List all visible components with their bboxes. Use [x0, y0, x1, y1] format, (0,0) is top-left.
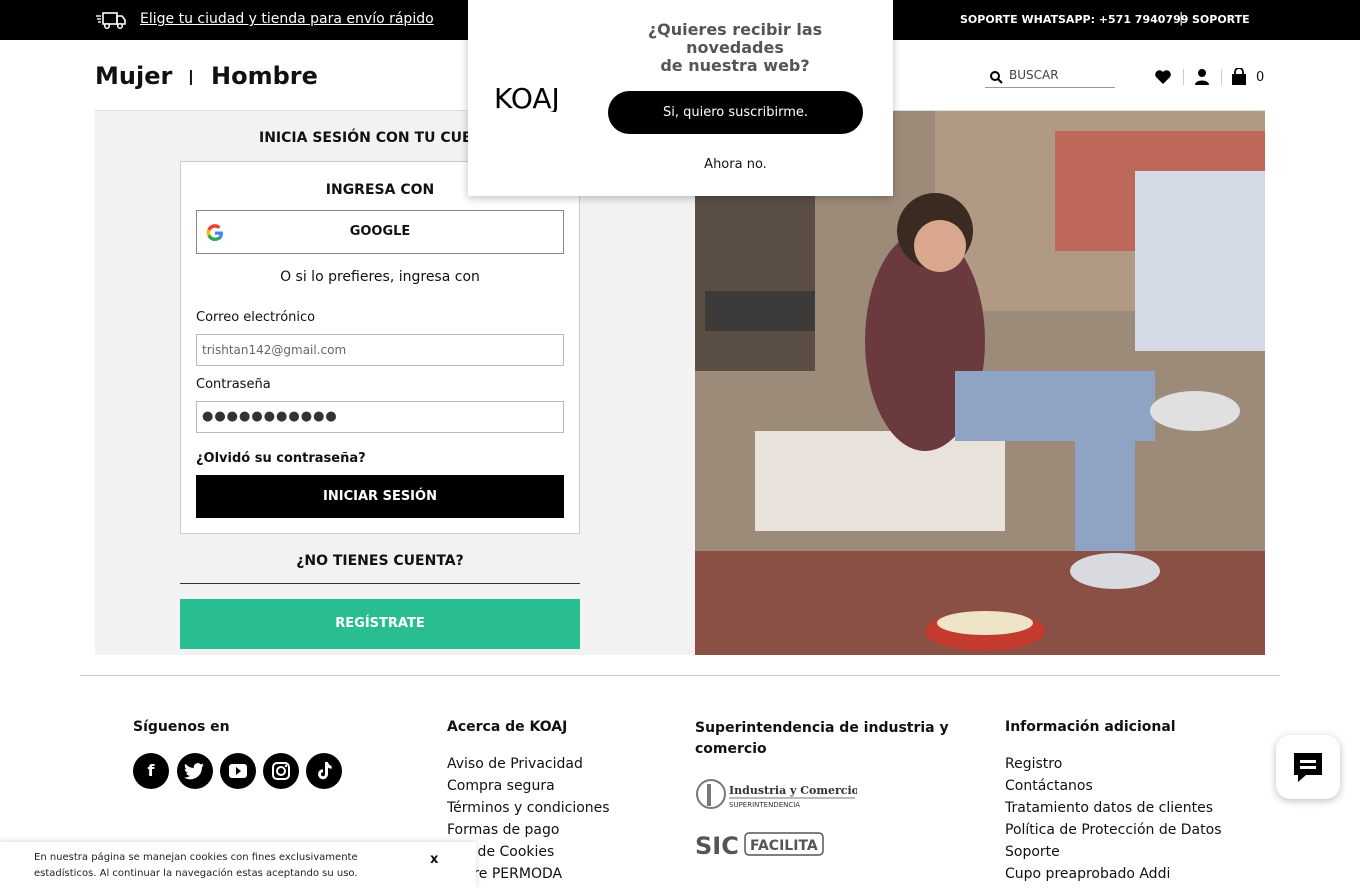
svg-text:KOAJ: KOAJ: [494, 84, 560, 112]
sic-heading: Superintendencia de industria y comercio: [695, 720, 949, 757]
cookie-close-button[interactable]: x: [430, 852, 438, 867]
instagram-icon[interactable]: [263, 753, 299, 789]
footer-link-support[interactable]: Soporte: [1005, 841, 1222, 863]
shopping-bag-icon[interactable]: [1230, 68, 1248, 86]
email-field[interactable]: trishtan142@gmail.com: [196, 334, 564, 366]
search-box: [985, 66, 1115, 88]
footer-link-secure-purchase[interactable]: Compra segura: [447, 775, 610, 797]
follow-heading: Síguenos en: [133, 719, 230, 735]
account-user-icon[interactable]: [1193, 68, 1211, 86]
footer-link-privacy[interactable]: Aviso de Privacidad: [447, 753, 610, 775]
info-links: Registro Contáctanos Tratamiento datos d…: [1005, 753, 1222, 885]
newsletter-question: ¿Quieres recibir las novedades de nuestr…: [647, 20, 823, 75]
facebook-icon[interactable]: f: [133, 753, 169, 789]
no-account-heading: ¿NO TIENES CUENTA?: [296, 553, 464, 569]
footer-divider: [80, 675, 1280, 676]
whatsapp-support-link[interactable]: SOPORTE WHATSAPP: +571 7940799: [960, 13, 1188, 26]
alternative-login-text: O si lo prefieres, ingresa con: [280, 269, 480, 285]
topbar-separator: |: [1179, 11, 1184, 26]
decline-subscribe-button[interactable]: Ahora no.: [608, 157, 863, 172]
header-divider: [1221, 69, 1222, 85]
email-label: Correo electrónico: [196, 310, 316, 325]
footer-link-addi[interactable]: Cupo preaprobado Addi: [1005, 863, 1222, 885]
cookie-text: En nuestra página se manejan cookies con…: [34, 852, 358, 879]
svg-text:FACILITA: FACILITA: [750, 838, 818, 854]
shipping-city-link[interactable]: Elige tu ciudad y tienda para envío rápi…: [140, 11, 434, 27]
password-label: Contraseña: [196, 377, 271, 392]
delivery-truck-icon: [96, 12, 126, 30]
footer-link-data-protection[interactable]: Política de Protección de Datos: [1005, 819, 1222, 841]
info-heading: Información adicional: [1005, 719, 1176, 735]
nav-hombre[interactable]: Hombre: [211, 62, 318, 90]
cart-count[interactable]: 0: [1256, 70, 1264, 85]
login-title: INICIA SESIÓN CON TU CUENTA: [259, 130, 503, 146]
svg-text:Industria y Comercio: Industria y Comercio: [729, 784, 857, 797]
footer-link-data-treatment[interactable]: Tratamiento datos de clientes: [1005, 797, 1222, 819]
footer-link-payment[interactable]: Formas de pago: [447, 819, 610, 841]
footer-link-registro[interactable]: Registro: [1005, 753, 1222, 775]
chat-widget-button[interactable]: [1276, 735, 1340, 799]
sic-facilita-logo[interactable]: SIC FACILITA: [695, 828, 825, 860]
svg-text:SIC: SIC: [695, 832, 739, 860]
youtube-icon[interactable]: [220, 753, 256, 789]
wishlist-heart-icon[interactable]: [1154, 68, 1172, 86]
password-field[interactable]: ●●●●●●●●●●●: [196, 401, 564, 433]
cookie-banner: En nuestra página se manejan cookies con…: [0, 842, 476, 888]
nav-mujer[interactable]: Mujer: [95, 62, 172, 90]
support-link[interactable]: SOPORTE: [1192, 13, 1250, 26]
footer-link-terms[interactable]: Términos y condiciones: [447, 797, 610, 819]
footer-link-contact[interactable]: Contáctanos: [1005, 775, 1222, 797]
nav-separator: I: [188, 66, 194, 90]
tiktok-icon[interactable]: [306, 753, 342, 789]
newsletter-popup: KOAJ ¿Quieres recibir las novedades de n…: [468, 0, 893, 196]
chat-bubble-icon: [1294, 753, 1322, 782]
search-icon[interactable]: [989, 70, 1003, 84]
twitter-icon[interactable]: [177, 753, 213, 789]
forgot-password-link[interactable]: ¿Olvidó su contraseña?: [196, 451, 366, 466]
search-input[interactable]: [1009, 68, 1109, 82]
header-divider: [1183, 69, 1184, 85]
svg-text:SUPERINTENDENCIA: SUPERINTENDENCIA: [729, 801, 800, 809]
google-login-button[interactable]: GOOGLE: [196, 210, 564, 254]
about-heading: Acerca de KOAJ: [447, 719, 568, 735]
google-button-label: GOOGLE: [349, 224, 411, 239]
sic-industria-comercio-logo[interactable]: Industria y Comercio SUPERINTENDENCIA: [695, 776, 857, 812]
no-account-divider: [180, 583, 580, 584]
login-submit-button[interactable]: INICIAR SESIÓN: [196, 475, 564, 518]
subscribe-button[interactable]: Si, quiero suscribirme.: [608, 91, 863, 134]
register-button[interactable]: REGÍSTRATE: [180, 599, 580, 649]
koaj-logo: KOAJ: [494, 84, 560, 112]
